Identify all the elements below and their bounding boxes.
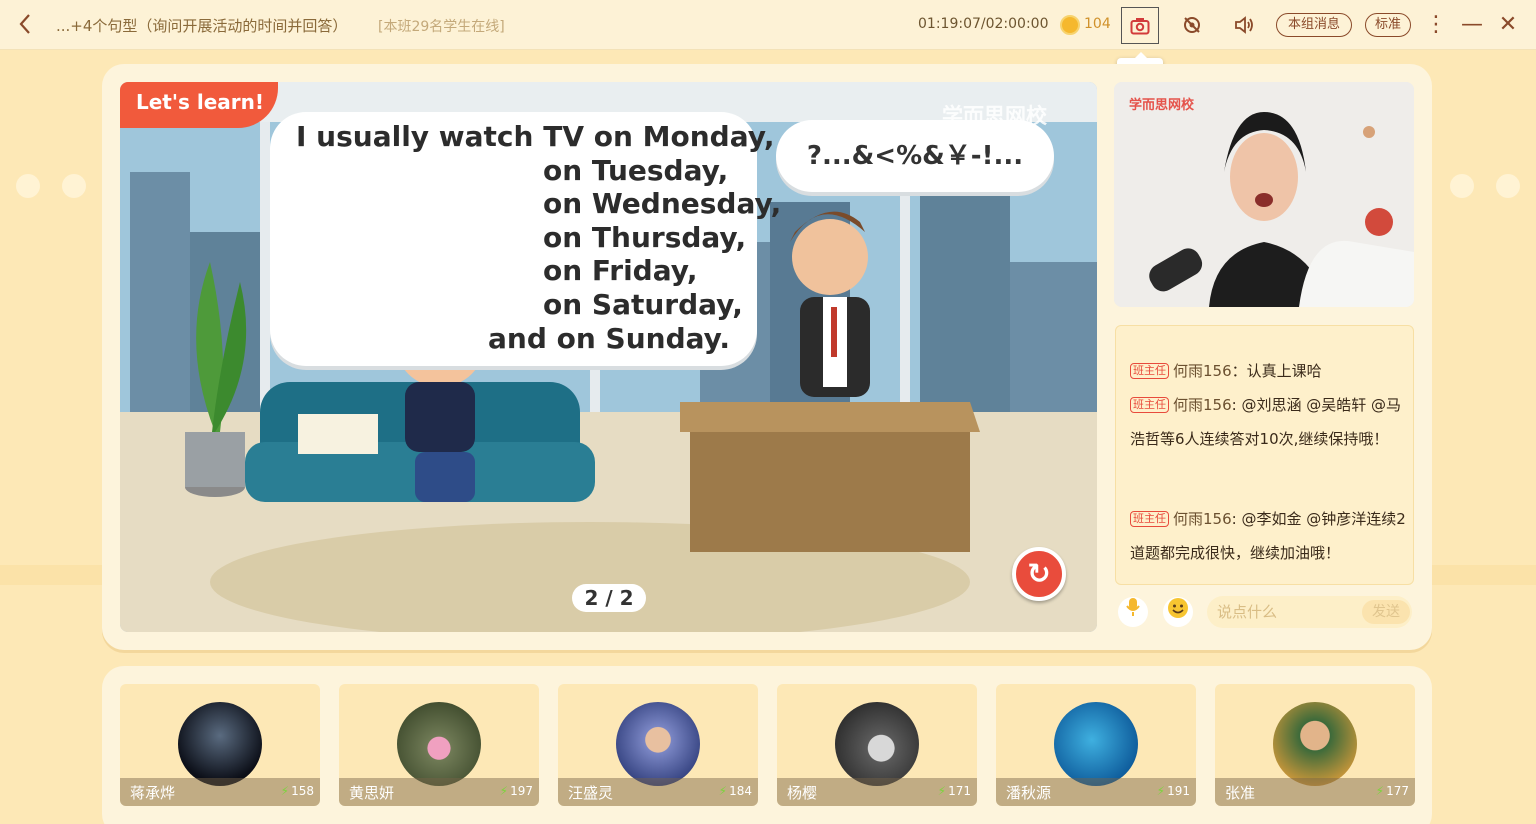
student-name: 潘秋源 (1006, 784, 1052, 802)
lightning-icon: ⚡ (1156, 784, 1166, 798)
camera-off-button[interactable] (1175, 8, 1209, 42)
replay-icon[interactable]: ↻ (1012, 547, 1066, 601)
bg-band (0, 565, 102, 585)
bg-band (1432, 565, 1536, 585)
sentence-line: on Tuesday, (543, 154, 729, 187)
volume-button[interactable] (1227, 8, 1261, 42)
student-card[interactable]: 张准 ⚡ 177 (1215, 684, 1415, 806)
no-camera-icon (1184, 17, 1200, 33)
reply-bubble: ?...&<%&￥-!... (776, 120, 1054, 192)
sentence-line: and on Sunday. (488, 322, 730, 355)
teacher-video: 学而思网校 (1114, 82, 1414, 307)
chat-sender: 何雨156 (1173, 396, 1232, 414)
student-name: 黄思妍 (349, 784, 395, 802)
avatar (1273, 702, 1357, 786)
courseware-slide: Let's learn! 学而思网校 I usually watch TV on… (120, 82, 1097, 632)
minimize-icon[interactable]: — (1458, 10, 1486, 40)
student-score: ⚡ 177 (1376, 784, 1409, 798)
student-score: ⚡ 197 (500, 784, 533, 798)
student-score: ⚡ 184 (719, 784, 752, 798)
lightning-icon: ⚡ (280, 784, 290, 798)
sentence-line: on Saturday, (543, 288, 743, 321)
bg-dot (1496, 174, 1520, 198)
camera-icon (1130, 17, 1150, 34)
sentence-line: I usually watch TV on Monday, (296, 120, 775, 153)
chat-sender: 何雨156 (1173, 510, 1232, 528)
avatar (1054, 702, 1138, 786)
avatar (616, 702, 700, 786)
avatar (835, 702, 919, 786)
student-score-value: 177 (1386, 784, 1409, 798)
student-score-value: 158 (291, 784, 314, 798)
speaker-icon (1235, 16, 1253, 34)
emoji-icon[interactable] (1163, 597, 1193, 627)
student-name: 张准 (1225, 784, 1256, 802)
slide-pager: 2 / 2 (572, 584, 646, 612)
chat-text: : @刘思涵 @吴皓轩 @马浩哲等6人连续答对10次,继续保持哦！ (1130, 396, 1401, 448)
chat-message: 班主任 何雨156: @李如金 @钟彦洋连续2道题都完成很快，继续加油哦！ (1130, 502, 1406, 570)
sentence-line: on Friday, (543, 254, 698, 287)
avatar (178, 702, 262, 786)
sentence-line: on Thursday, (543, 221, 747, 254)
lightning-icon: ⚡ (1375, 784, 1385, 798)
chat-message: 班主任 何雨156：认真上课哈 (1130, 354, 1406, 388)
avatar (397, 702, 481, 786)
student-score-value: 184 (729, 784, 752, 798)
student-name: 杨樱 (787, 784, 818, 802)
student-card[interactable]: 汪盛灵 ⚡ 184 (558, 684, 758, 806)
back-icon[interactable] (18, 13, 40, 37)
student-name: 蒋承烨 (130, 784, 176, 802)
student-score-value: 171 (948, 784, 971, 798)
role-tag: 班主任 (1130, 363, 1169, 379)
student-card[interactable]: 黄思妍 ⚡ 197 (339, 684, 539, 806)
chat-text: ：认真上课哈 (1231, 362, 1322, 380)
online-count: [本班29名学生在线] (378, 19, 505, 35)
student-score-value: 197 (510, 784, 533, 798)
chat-message: 班主任 何雨156: @刘思涵 @吴皓轩 @马浩哲等6人连续答对10次,继续保持哦… (1130, 388, 1406, 456)
video-watermark: 学而思网校 (1129, 98, 1195, 113)
student-card[interactable]: 蒋承烨 ⚡ 158 (120, 684, 320, 806)
bg-dot (1450, 174, 1474, 198)
student-card[interactable]: 潘秋源 ⚡ 191 (996, 684, 1196, 806)
group-message-button[interactable]: 本组消息 (1276, 13, 1352, 37)
coin-count: 104 (1084, 16, 1111, 32)
student-score-value: 191 (1167, 784, 1190, 798)
coin-icon (1060, 15, 1080, 35)
screenshot-button[interactable] (1121, 7, 1159, 44)
lightning-icon: ⚡ (499, 784, 509, 798)
chat-text: : @李如金 @钟彦洋连续2道题都完成很快，继续加油哦！ (1130, 510, 1406, 562)
teacher-video-frame (1114, 82, 1414, 307)
student-score: ⚡ 158 (281, 784, 314, 798)
bg-dot (62, 174, 86, 198)
student-name: 汪盛灵 (568, 784, 614, 802)
student-score: ⚡ 171 (938, 784, 971, 798)
close-icon[interactable]: ✕ (1494, 10, 1522, 40)
send-button[interactable]: 发送 (1362, 600, 1410, 624)
lightning-icon: ⚡ (937, 784, 947, 798)
more-icon[interactable]: ⋮ (1422, 10, 1450, 40)
chat-panel: 班主任 何雨156：认真上课哈 班主任 何雨156: @刘思涵 @吴皓轩 @马浩哲等… (1115, 325, 1414, 585)
lets-learn-badge: Let's learn! (120, 82, 278, 128)
quality-button[interactable]: 标准 (1365, 13, 1411, 37)
lightning-icon: ⚡ (718, 784, 728, 798)
mic-icon[interactable] (1118, 597, 1148, 627)
student-score: ⚡ 191 (1157, 784, 1190, 798)
lesson-title: ...+4个句型（询问开展活动的时间并回答） (56, 17, 348, 35)
role-tag: 班主任 (1130, 397, 1169, 413)
chat-input-row: 发送 (1115, 594, 1414, 630)
class-timer: 01:19:07/02:00:00 (918, 16, 1049, 32)
top-bar: ...+4个句型（询问开展活动的时间并回答） [本班29名学生在线] 01:19… (0, 0, 1536, 50)
sentence-line: on Wednesday, (543, 187, 782, 220)
bg-dot (16, 174, 40, 198)
role-tag: 班主任 (1130, 511, 1169, 527)
chat-sender: 何雨156 (1173, 362, 1232, 380)
student-card[interactable]: 杨樱 ⚡ 171 (777, 684, 977, 806)
